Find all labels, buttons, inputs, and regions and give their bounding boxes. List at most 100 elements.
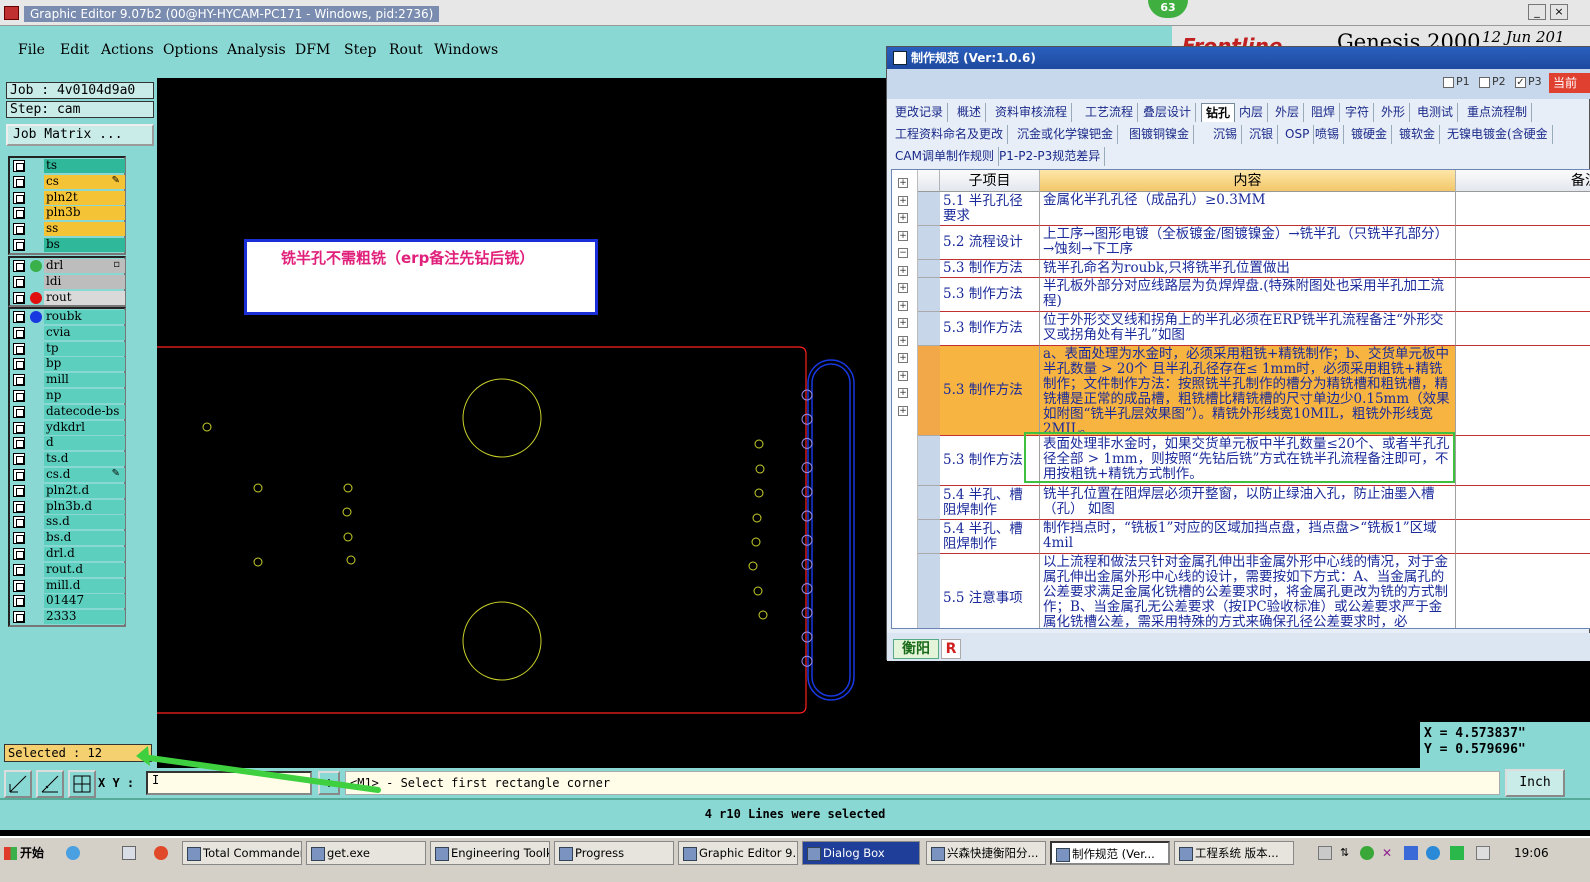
menu-step[interactable]: Step: [344, 42, 376, 58]
layer-row-rout-d[interactable]: rout.d: [10, 562, 125, 578]
tab-tabs2-0[interactable]: 工程资料命名及更改: [891, 125, 1009, 144]
layer-checkbox[interactable]: [13, 453, 25, 466]
layer-name[interactable]: drl.d: [44, 546, 125, 561]
cell-subitem[interactable]: 5.5 注意事项: [940, 554, 1040, 628]
layer-name[interactable]: rout: [44, 290, 125, 305]
tab-tabs2-9[interactable]: 无镍电镀金(含硬金: [1443, 125, 1553, 144]
expand-toggle-icon[interactable]: −: [898, 248, 908, 258]
layer-row-bp[interactable]: bp: [10, 356, 125, 372]
checkbox-p1[interactable]: P1: [1443, 75, 1470, 88]
layer-name[interactable]: pln3b: [44, 206, 125, 221]
cell-notes[interactable]: [1456, 554, 1590, 628]
layer-name[interactable]: 2333: [44, 610, 125, 625]
layer-checkbox[interactable]: [13, 207, 25, 220]
row-indicator[interactable]: [918, 520, 940, 554]
layer-name[interactable]: pln2t: [44, 190, 125, 205]
tab-tabs2-5[interactable]: OSP: [1281, 125, 1315, 144]
expand-toggle-icon[interactable]: +: [898, 283, 908, 293]
layer-checkbox[interactable]: [13, 223, 25, 236]
menu-windows[interactable]: Windows: [434, 42, 498, 58]
layer-row-pln2t-d[interactable]: pln2t.d: [10, 483, 125, 499]
quicklaunch-icon[interactable]: [66, 846, 80, 860]
layer-checkbox[interactable]: [13, 405, 25, 418]
tab-tabs1-12[interactable]: 重点流程制: [1463, 103, 1533, 122]
cell-subitem[interactable]: 5.1 半孔孔径要求: [940, 192, 1040, 226]
tab-tabs1-5[interactable]: 钻孔: [1201, 103, 1236, 122]
column-header-notes[interactable]: 备注: [1456, 170, 1590, 192]
layer-checkbox[interactable]: [13, 547, 25, 560]
layer-checkbox[interactable]: [13, 389, 25, 402]
taskbar-item-4[interactable]: Graphic Editor 9....: [678, 841, 798, 865]
browser-icon[interactable]: [154, 846, 168, 860]
layer-row-2333[interactable]: 2333: [10, 609, 125, 625]
cell-notes[interactable]: [1456, 486, 1590, 520]
row-indicator[interactable]: [918, 554, 940, 628]
cell-notes[interactable]: [1456, 520, 1590, 554]
layer-name[interactable]: ydkdrl: [44, 420, 125, 435]
expand-toggle-icon[interactable]: +: [898, 388, 908, 398]
layer-row-pln2t[interactable]: pln2t: [10, 190, 125, 206]
layer-checkbox[interactable]: [13, 516, 25, 529]
layer-checkbox[interactable]: [13, 238, 25, 251]
layer-row-ydkdrl[interactable]: ydkdrl: [10, 420, 125, 436]
menu-edit[interactable]: Edit: [60, 42, 89, 58]
tab-tabs1-10[interactable]: 外形: [1377, 103, 1411, 122]
tab-tabs2-7[interactable]: 镀硬金: [1347, 125, 1393, 144]
tab-tabs1-7[interactable]: 外层: [1271, 103, 1305, 122]
menu-file[interactable]: File: [18, 42, 45, 58]
tab-tabs1-9[interactable]: 字符: [1341, 103, 1375, 122]
layer-name[interactable]: rout.d: [44, 562, 125, 577]
tab-tabs1-0[interactable]: 更改记录: [891, 103, 949, 122]
tray-sync-icon[interactable]: [1360, 846, 1374, 860]
cell-notes[interactable]: [1456, 192, 1590, 226]
layer-name[interactable]: bp: [44, 357, 125, 372]
layer-checkbox[interactable]: [13, 358, 25, 371]
taskbar-item-8[interactable]: 工程系统 版本...: [1174, 841, 1294, 865]
cell-subitem[interactable]: 5.4 半孔、槽阻焊制作: [940, 486, 1040, 520]
tab-tabs2-3[interactable]: 沉锡: [1209, 125, 1243, 144]
tab-tabs1-8[interactable]: 阻焊: [1307, 103, 1341, 122]
tray-keyboard-icon[interactable]: [1318, 846, 1332, 860]
layer-checkbox[interactable]: [13, 611, 25, 624]
tab-tabs1-4[interactable]: 叠层设计: [1139, 103, 1197, 122]
layer-name[interactable]: pln3b.d: [44, 499, 125, 514]
expand-toggle-icon[interactable]: +: [898, 178, 908, 188]
desktop-icon[interactable]: [122, 846, 136, 860]
layer-checkbox[interactable]: [13, 532, 25, 545]
cell-content[interactable]: 制作挡点时，“铣板1”对应的区域加挡点盘，挡点盘>“铣板1”区域4mil: [1040, 520, 1456, 554]
layer-name[interactable]: d: [44, 436, 125, 451]
layer-name[interactable]: bs.d: [44, 531, 125, 546]
layer-row-pln3b-d[interactable]: pln3b.d: [10, 499, 125, 515]
layer-row-datecode-bs[interactable]: datecode-bs: [10, 404, 125, 420]
layer-name[interactable]: datecode-bs: [44, 404, 125, 419]
layer-name[interactable]: ts.d: [44, 452, 125, 467]
expand-toggle-icon[interactable]: +: [898, 195, 908, 206]
layer-row-cvia[interactable]: cvia: [10, 325, 125, 341]
row-indicator[interactable]: [918, 260, 940, 278]
layer-checkbox[interactable]: [13, 437, 25, 450]
expand-toggle-icon[interactable]: +: [898, 405, 908, 416]
row-indicator[interactable]: [918, 486, 940, 520]
layer-row-tp[interactable]: tp: [10, 341, 125, 357]
layer-row-np[interactable]: np: [10, 388, 125, 404]
close-button[interactable]: ×: [1550, 4, 1568, 20]
layer-name[interactable]: ss.d: [44, 515, 125, 530]
layer-row-rout[interactable]: rout: [10, 290, 125, 306]
layer-checkbox[interactable]: [13, 160, 25, 172]
tab-tabs2-6[interactable]: 喷锡: [1311, 125, 1345, 144]
cell-subitem[interactable]: 5.3 制作方法: [940, 312, 1040, 346]
tray-bluetooth-icon[interactable]: [1426, 846, 1440, 860]
layer-row-cs[interactable]: cs ✎: [10, 174, 125, 190]
cell-notes[interactable]: [1456, 312, 1590, 346]
layer-row-mill[interactable]: mill: [10, 372, 125, 388]
cell-content[interactable]: 以上流程和做法只针对金属孔伸出非金属外形中心线的情况，对于金属孔伸出金属外形中心…: [1040, 554, 1456, 628]
layer-name[interactable]: mill.d: [44, 578, 125, 593]
layer-checkbox[interactable]: [13, 421, 25, 434]
cell-notes[interactable]: [1456, 260, 1590, 278]
cell-content[interactable]: 表面处理非水金时，如果交货单元板中半孔数量≤20个、或者半孔孔径全部 > 1mm…: [1040, 436, 1456, 486]
cell-subitem[interactable]: 5.3 制作方法: [940, 346, 1040, 436]
column-header-content[interactable]: 内容: [1040, 170, 1456, 192]
layer-row-ldi[interactable]: ldi: [10, 274, 125, 290]
layer-name[interactable]: pln2t.d: [44, 483, 125, 498]
taskbar-item-2[interactable]: Engineering Toolk...: [430, 841, 550, 865]
